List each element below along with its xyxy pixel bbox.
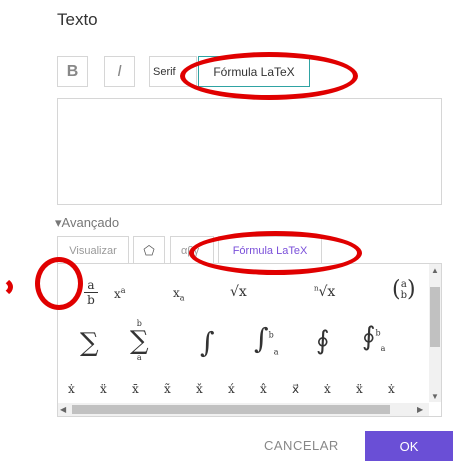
tilde-accent-symbol[interactable]: x̃	[164, 382, 171, 396]
highlight-circle-latex-button	[180, 52, 358, 100]
integral-limits-symbol[interactable]: ∫ba	[254, 322, 279, 357]
dialog-title: Texto	[57, 10, 98, 29]
ddot-accent-symbol[interactable]: ẍ	[100, 382, 107, 396]
hat-accent-symbol[interactable]: x̂	[260, 382, 267, 396]
sqrt-symbol[interactable]: √x	[230, 284, 247, 300]
scroll-left-icon[interactable]: ◀	[60, 405, 66, 414]
scroll-up-icon[interactable]: ▲	[431, 266, 439, 275]
acute-accent-symbol[interactable]: x́	[228, 382, 235, 396]
superscript-symbol[interactable]: xa	[114, 286, 126, 301]
bar-accent-symbol[interactable]: x̄	[132, 382, 139, 396]
scroll-right-icon[interactable]: ▶	[417, 405, 423, 414]
polygon-icon: ⬠	[143, 242, 155, 258]
highlight-circle-edge	[0, 276, 13, 298]
cancel-button[interactable]: CANCELAR	[264, 438, 339, 453]
bold-button[interactable]: B	[57, 56, 88, 87]
dot-accent-symbol-2[interactable]: ẋ	[324, 382, 331, 396]
nth-root-symbol[interactable]: n√x	[314, 284, 335, 300]
more-accent-symbol[interactable]: ẋ	[388, 382, 395, 396]
contour-integral-symbol[interactable]: ∮	[316, 326, 330, 356]
sum-limits-symbol[interactable]: b ∑ a	[130, 320, 149, 362]
highlight-circle-fraction	[35, 257, 83, 310]
subscript-symbol[interactable]: xa	[173, 286, 185, 302]
vertical-scroll-thumb[interactable]	[430, 287, 440, 347]
tab-shapes[interactable]: ⬠	[133, 236, 165, 264]
horizontal-scroll-thumb[interactable]	[72, 405, 390, 414]
fraction-symbol[interactable]: ab	[82, 278, 100, 307]
sum-symbol[interactable]: ∑	[80, 328, 99, 358]
highlight-circle-latex-tab	[189, 231, 362, 275]
italic-button[interactable]: I	[104, 56, 135, 87]
advanced-toggle[interactable]: ▾Avançado	[55, 215, 119, 231]
latex-symbol-panel: ab xa xa √x n√x (a b) ∑ b ∑ a ∫ ∫ba ∮ ∮ba ẋ…	[57, 263, 442, 417]
dot-accent-symbol[interactable]: ẋ	[68, 382, 75, 396]
binomial-symbol[interactable]: (a b)	[392, 278, 416, 302]
integral-symbol[interactable]: ∫	[200, 326, 215, 359]
check-accent-symbol[interactable]: x̌	[196, 382, 203, 396]
scroll-down-icon[interactable]: ▼	[431, 392, 439, 401]
vec-accent-symbol[interactable]: x⃗	[292, 382, 299, 396]
text-editor[interactable]	[57, 98, 442, 205]
contour-integral-limits-symbol[interactable]: ∮ba	[362, 322, 385, 353]
ddot-accent-symbol-2[interactable]: ẍ	[356, 382, 363, 396]
